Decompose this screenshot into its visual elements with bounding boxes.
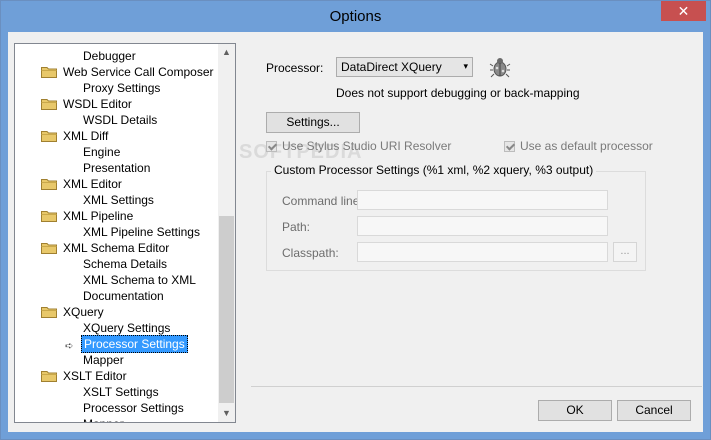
tree-item-label: WSDL Editor (63, 97, 132, 111)
tree-item-label: XML Diff (63, 129, 109, 143)
tree-item-label: Mapper (83, 353, 124, 367)
window-frame-right (703, 32, 710, 434)
tree-item-label: Web Service Call Composer (63, 65, 214, 79)
path-label: Path: (282, 220, 311, 234)
use-default-processor-checkbox[interactable]: Use as default processor (504, 139, 653, 153)
folder-icon (41, 131, 57, 142)
tree-item-label: XSLT Editor (63, 369, 127, 383)
use-uri-resolver-label: Use Stylus Studio URI Resolver (282, 139, 452, 153)
tree-item-label: XML Schema Editor (63, 241, 170, 255)
classpath-label: Classpath: (282, 246, 339, 260)
classpath-browse-button[interactable]: ... (613, 242, 637, 262)
tree-item-label: Presentation (83, 161, 151, 175)
window-title: Options (329, 8, 382, 25)
tree-item-label: Mapper (81, 416, 126, 422)
custom-processor-group-title: Custom Processor Settings (%1 xml, %2 xq… (271, 163, 597, 177)
tree-item-label: Schema Details (83, 257, 168, 271)
tree-item-label: Processor Settings (81, 335, 188, 353)
window-frame-bottom (1, 432, 710, 439)
tree-item-label: Debugger (83, 49, 136, 63)
tree-item-label: XQuery (63, 305, 104, 319)
processor-value: DataDirect XQuery (341, 60, 442, 74)
folder-icon (41, 307, 57, 318)
folder-icon (41, 99, 57, 110)
debug-bug-icon (489, 58, 511, 78)
ok-button[interactable]: OK (538, 400, 612, 421)
tree-item-label: Processor Settings (83, 401, 184, 415)
close-button[interactable]: ✕ (661, 1, 706, 21)
tree-item-label: Proxy Settings (83, 81, 161, 95)
folder-icon (41, 179, 57, 190)
tree-item-label: XSLT Settings (83, 385, 159, 399)
settings-button[interactable]: Settings... (266, 112, 360, 133)
scroll-up-button[interactable]: ▲ (218, 44, 235, 61)
use-default-processor-label: Use as default processor (520, 139, 653, 153)
tree-item-label: XML Schema to XML (83, 273, 196, 287)
window-frame-left (1, 32, 8, 434)
title-bar[interactable]: Options ✕ (1, 1, 710, 32)
tree-item-label: XML Editor (63, 177, 122, 191)
footer-divider (251, 386, 702, 387)
scroll-thumb[interactable] (219, 216, 234, 403)
processor-note: Does not support debugging or back-mappi… (336, 86, 580, 100)
use-uri-resolver-checkbox[interactable]: Use Stylus Studio URI Resolver (266, 139, 451, 153)
tree-item-label: XML Settings (83, 193, 154, 207)
folder-icon (41, 243, 57, 254)
tree-item-label: Engine (83, 145, 121, 159)
command-line-label: Command line: (282, 194, 363, 208)
tree-item-label: XQuery Settings (83, 321, 171, 335)
tree-item-label: XML Pipeline Settings (83, 225, 200, 239)
cancel-button[interactable]: Cancel (617, 400, 691, 421)
command-line-field[interactable] (357, 190, 608, 210)
tree-scrollbar[interactable]: ▲ ▼ (218, 44, 235, 422)
tree-item-label: WSDL Details (83, 113, 158, 127)
checkbox-box (504, 140, 515, 152)
processor-label: Processor: (266, 61, 324, 75)
checkbox-box (266, 140, 277, 152)
scroll-down-button[interactable]: ▼ (218, 405, 235, 422)
folder-icon (41, 371, 57, 382)
options-dialog: Options ✕ Debugger Web Service Call Compo… (0, 0, 711, 440)
chevron-down-icon: ▾ (463, 61, 468, 71)
tree-item-label: Documentation (83, 289, 164, 303)
processor-select[interactable]: DataDirect XQuery ▾ (336, 57, 473, 77)
selected-arrow-icon: ➪ (65, 341, 74, 352)
options-tree[interactable]: Debugger Web Service Call Composer Proxy S… (14, 43, 236, 423)
classpath-field[interactable] (357, 242, 608, 262)
folder-icon (41, 67, 57, 78)
tree-item-label: XML Pipeline (63, 209, 134, 223)
folder-icon (41, 211, 57, 222)
path-field[interactable] (357, 216, 608, 236)
